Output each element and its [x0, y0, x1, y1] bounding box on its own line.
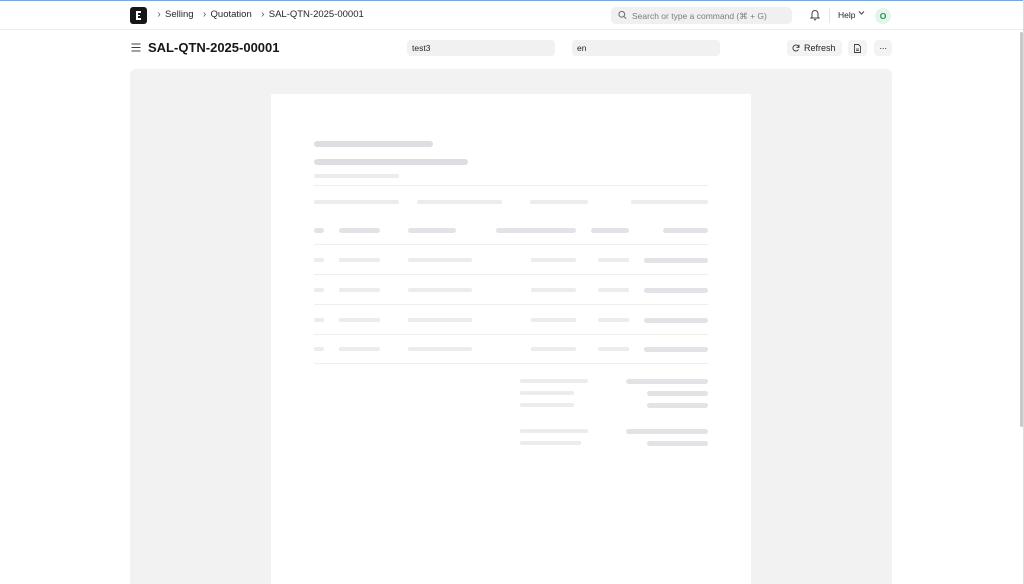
skeleton-line — [520, 441, 581, 445]
navbar-divider — [829, 8, 830, 23]
app-logo[interactable] — [130, 7, 147, 24]
skeleton-divider — [314, 274, 708, 275]
refresh-icon — [792, 44, 800, 52]
skeleton-line — [626, 379, 708, 384]
skeleton-divider — [314, 304, 708, 305]
skeleton-line — [530, 200, 588, 204]
skeleton-line — [408, 347, 472, 351]
skeleton-line — [339, 318, 380, 322]
skeleton-line — [408, 318, 472, 322]
search-bar[interactable]: Search or type a command (⌘ + G) — [611, 7, 792, 24]
skeleton-divider — [314, 363, 708, 364]
skeleton-line — [598, 258, 629, 262]
skeleton-line — [408, 288, 472, 292]
skeleton-line — [314, 258, 324, 262]
help-menu[interactable]: Help — [838, 10, 855, 20]
breadcrumb: › Selling › Quotation › SAL-QTN-2025-000… — [153, 9, 369, 20]
skeleton-line — [314, 200, 399, 204]
skeleton-line — [647, 441, 708, 446]
pdf-icon — [854, 43, 861, 53]
search-icon — [618, 10, 627, 19]
skeleton-line — [314, 318, 324, 322]
pdf-button[interactable] — [848, 40, 867, 56]
breadcrumb-document[interactable]: SAL-QTN-2025-00001 — [269, 9, 364, 20]
skeleton-line — [598, 318, 629, 322]
skeleton-divider — [314, 185, 708, 186]
skeleton-divider — [314, 334, 708, 335]
chevron-right-icon: › — [202, 9, 207, 20]
hamburger-icon[interactable] — [131, 43, 141, 52]
chevron-down-icon[interactable] — [858, 10, 865, 16]
skeleton-line — [531, 318, 576, 322]
skeleton-line — [314, 228, 324, 233]
print-format-select[interactable]: test3 — [407, 40, 555, 56]
skeleton-line — [339, 347, 380, 351]
skeleton-line — [339, 288, 380, 292]
chevron-right-icon: › — [157, 9, 161, 20]
skeleton-line — [591, 228, 629, 233]
skeleton-line — [644, 318, 708, 323]
skeleton-line — [408, 258, 472, 262]
print-preview-sheet — [271, 94, 751, 584]
skeleton-line — [408, 228, 456, 233]
skeleton-line — [531, 258, 576, 262]
language-select[interactable]: en — [572, 40, 720, 56]
skeleton-line — [339, 258, 380, 262]
breadcrumb-selling[interactable]: Selling — [165, 9, 194, 20]
skeleton-line — [644, 258, 708, 263]
skeleton-line — [314, 141, 433, 147]
skeleton-line — [631, 200, 708, 204]
breadcrumb-quotation[interactable]: Quotation — [211, 9, 252, 20]
chevron-right-icon: › — [261, 9, 265, 20]
skeleton-line — [520, 429, 588, 433]
skeleton-line — [339, 228, 380, 233]
avatar[interactable]: O — [875, 8, 891, 24]
skeleton-line — [647, 403, 708, 408]
skeleton-line — [531, 347, 576, 351]
skeleton-line — [531, 288, 576, 292]
bell-icon[interactable] — [809, 8, 821, 21]
skeleton-line — [644, 288, 708, 293]
top-navbar: › Selling › Quotation › SAL-QTN-2025-000… — [0, 1, 1024, 30]
skeleton-divider — [314, 244, 708, 245]
skeleton-line — [644, 347, 708, 352]
skeleton-line — [626, 429, 708, 434]
search-placeholder: Search or type a command (⌘ + G) — [632, 10, 767, 21]
skeleton-line — [647, 391, 708, 396]
more-options-button[interactable]: ··· — [874, 40, 892, 56]
skeleton-line — [598, 288, 629, 292]
skeleton-line — [520, 391, 574, 395]
skeleton-line — [417, 200, 502, 204]
skeleton-line — [520, 403, 574, 407]
skeleton-line — [496, 228, 576, 233]
skeleton-line — [663, 228, 708, 233]
skeleton-line — [314, 288, 324, 292]
skeleton-line — [314, 347, 324, 351]
refresh-button[interactable]: Refresh — [787, 40, 842, 56]
refresh-label: Refresh — [804, 43, 836, 53]
page-title: SAL-QTN-2025-00001 — [148, 40, 280, 55]
skeleton-line — [598, 347, 629, 351]
skeleton-line — [314, 159, 468, 165]
skeleton-line — [520, 379, 588, 383]
skeleton-line — [314, 174, 399, 178]
